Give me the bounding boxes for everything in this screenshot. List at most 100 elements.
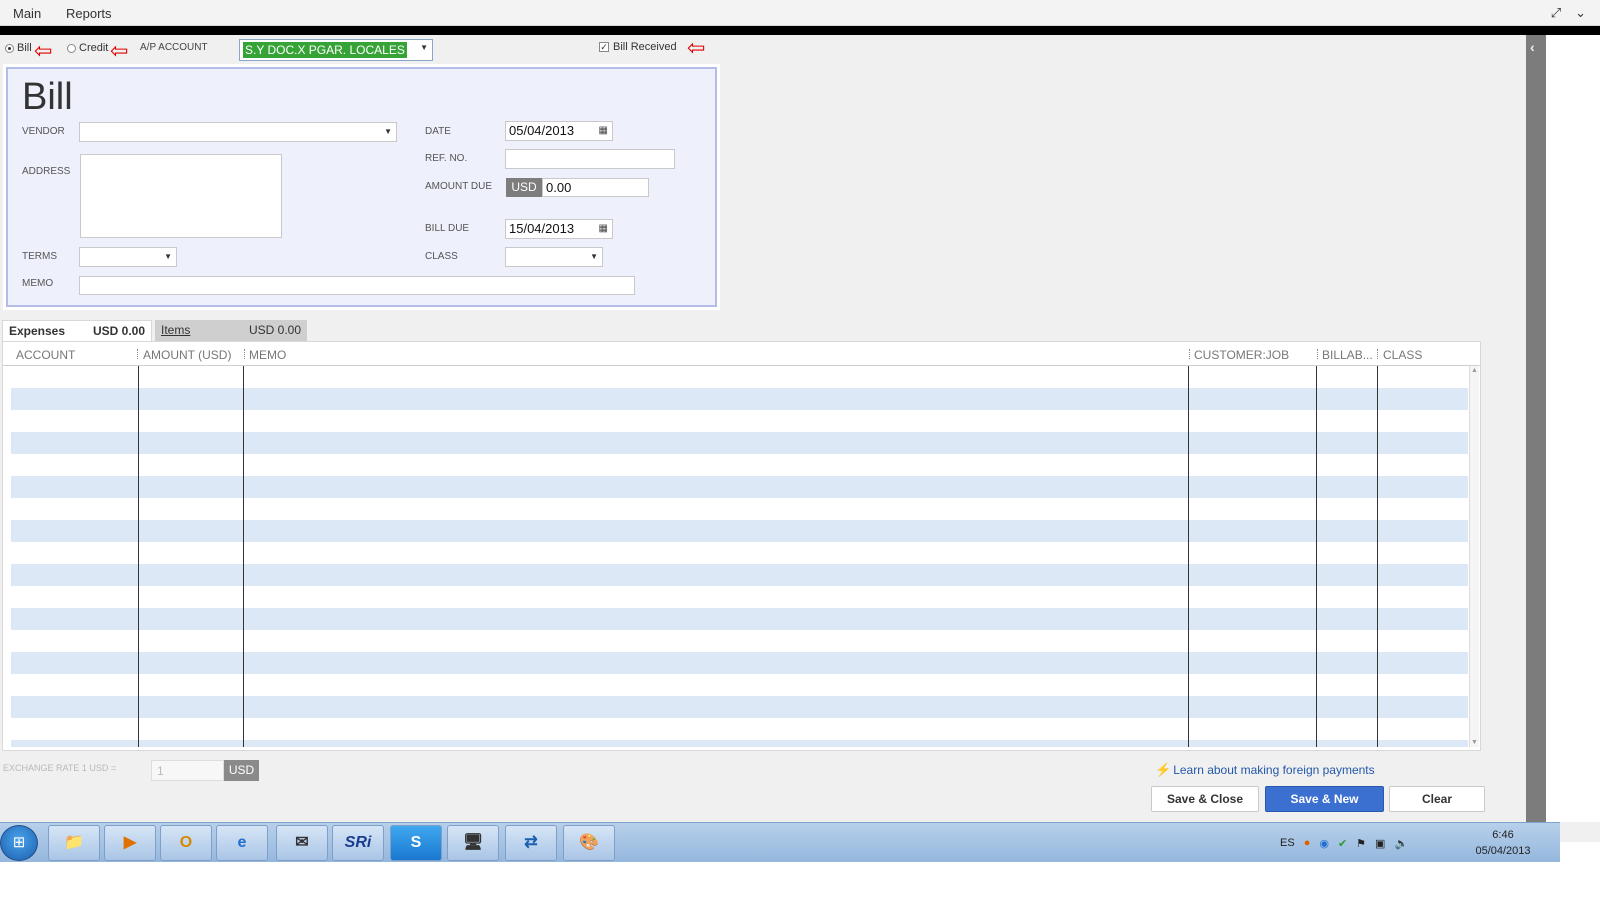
bill-due-input[interactable]: 15/04/2013 ▦ bbox=[505, 219, 613, 239]
credit-radio[interactable]: Credit bbox=[67, 42, 108, 54]
column-resize-handle[interactable] bbox=[1189, 349, 1190, 359]
column-resize-handle[interactable] bbox=[1317, 349, 1318, 359]
date-input[interactable]: 05/04/2013 ▦ bbox=[505, 121, 613, 141]
learn-foreign-payments-link[interactable]: ⚡ Learn about making foreign payments bbox=[1155, 762, 1375, 778]
memo-input[interactable] bbox=[79, 276, 635, 295]
table-row[interactable] bbox=[11, 718, 1468, 740]
bill-radio[interactable]: Bill bbox=[5, 42, 32, 54]
taskbar-sri[interactable]: SRi bbox=[332, 825, 384, 861]
expand-window-icon[interactable]: ⤢ bbox=[1551, 5, 1561, 21]
table-row[interactable] bbox=[11, 740, 1468, 747]
vendor-select[interactable]: ▼ bbox=[79, 122, 397, 142]
lightning-icon: ⚡ bbox=[1155, 762, 1172, 777]
expenses-grid: ACCOUNT AMOUNT (USD) MEMO CUSTOMER:JOB B… bbox=[2, 341, 1481, 751]
exchange-rate-input[interactable]: 1 bbox=[151, 760, 224, 781]
table-row[interactable] bbox=[11, 608, 1468, 630]
column-header-memo[interactable]: MEMO bbox=[249, 348, 286, 362]
menu-main[interactable]: Main bbox=[13, 6, 41, 21]
tab-expenses[interactable]: Expenses USD 0.00 bbox=[2, 320, 152, 341]
amount-due-input[interactable]: 0.00 bbox=[542, 178, 649, 197]
dropdown-arrow-icon: ▼ bbox=[164, 252, 172, 261]
terms-select[interactable]: ▼ bbox=[79, 247, 177, 267]
grid-scrollbar[interactable]: ▲ ▼ bbox=[1469, 366, 1479, 747]
table-row[interactable] bbox=[11, 520, 1468, 542]
menu-reports[interactable]: Reports bbox=[66, 6, 112, 21]
tab-items-amount: USD 0.00 bbox=[248, 323, 301, 337]
tab-expenses-amount: USD 0.00 bbox=[92, 324, 145, 338]
table-row[interactable] bbox=[11, 498, 1468, 520]
table-row[interactable] bbox=[11, 410, 1468, 432]
scroll-down-icon[interactable]: ▼ bbox=[1471, 739, 1478, 746]
taskbar-remote-desktop[interactable]: 🖥 bbox=[447, 825, 499, 861]
address-textarea[interactable] bbox=[80, 154, 282, 238]
taskbar-outlook[interactable]: O bbox=[160, 825, 212, 861]
page-title: Bill bbox=[22, 76, 73, 118]
tray-monitor-icon[interactable]: ▣ bbox=[1375, 837, 1385, 850]
table-row[interactable] bbox=[11, 432, 1468, 454]
column-resize-handle[interactable] bbox=[244, 349, 245, 359]
column-resize-handle[interactable] bbox=[137, 349, 138, 359]
class-label: CLASS bbox=[425, 251, 458, 262]
ref-no-input[interactable] bbox=[505, 149, 675, 169]
chevron-down-icon[interactable]: ⌄ bbox=[1575, 5, 1586, 21]
class-select[interactable]: ▼ bbox=[505, 247, 603, 267]
table-row[interactable] bbox=[11, 696, 1468, 718]
taskbar-media-player[interactable]: ▶ bbox=[104, 825, 156, 861]
tray-security-icon[interactable]: ✔ bbox=[1338, 837, 1347, 850]
tab-items[interactable]: Items USD 0.00 bbox=[155, 320, 307, 341]
ap-account-select[interactable]: S.Y DOC.X PGAR. LOCALES ▼ bbox=[239, 39, 433, 61]
table-row[interactable] bbox=[11, 630, 1468, 652]
column-divider bbox=[138, 366, 139, 747]
exchange-rate-label: EXCHANGE RATE 1 USD = bbox=[3, 763, 117, 773]
start-button[interactable]: ⊞ bbox=[0, 825, 38, 861]
table-row[interactable] bbox=[11, 542, 1468, 564]
bill-received-label: Bill Received bbox=[613, 41, 677, 53]
column-resize-handle[interactable] bbox=[1377, 349, 1378, 359]
radio-selected-icon bbox=[5, 43, 14, 53]
save-close-button[interactable]: Save & Close bbox=[1151, 786, 1259, 812]
table-row[interactable] bbox=[11, 674, 1468, 696]
column-header-amount[interactable]: AMOUNT (USD) bbox=[143, 348, 231, 362]
table-row[interactable] bbox=[11, 366, 1468, 388]
column-header-customer-job[interactable]: CUSTOMER:JOB bbox=[1194, 348, 1289, 362]
exchange-currency-badge: USD bbox=[224, 760, 259, 781]
tray-app-icon[interactable]: ● bbox=[1304, 837, 1311, 849]
table-row[interactable] bbox=[11, 476, 1468, 498]
table-row[interactable] bbox=[11, 388, 1468, 410]
bill-radio-label: Bill bbox=[17, 42, 32, 54]
amount-due-label: AMOUNT DUE bbox=[425, 181, 493, 192]
grid-rows bbox=[11, 366, 1468, 747]
taskbar-explorer[interactable]: 📁 bbox=[48, 825, 100, 861]
scroll-up-icon[interactable]: ▲ bbox=[1471, 367, 1478, 374]
taskbar-skype[interactable]: S bbox=[390, 825, 442, 861]
language-indicator[interactable]: ES bbox=[1280, 837, 1295, 849]
bill-received-checkbox[interactable]: ✓ Bill Received bbox=[599, 41, 677, 53]
column-header-class[interactable]: CLASS bbox=[1383, 348, 1422, 362]
credit-radio-label: Credit bbox=[79, 42, 109, 54]
side-panel-toggle[interactable]: ‹ bbox=[1526, 35, 1546, 822]
taskbar-paint[interactable]: 🎨 bbox=[563, 825, 615, 861]
tray-volume-icon[interactable]: 🔈 bbox=[1394, 837, 1408, 850]
taskbar: ⊞ 📁 ▶ O e ✉ SRi S 🖥 ⇄ 🎨 ES ● ◉ ✔ ⚑ ▣ 🔈 6… bbox=[0, 822, 1560, 862]
address-label: ADDRESS bbox=[22, 166, 71, 177]
date-value: 05/04/2013 bbox=[509, 123, 575, 138]
column-header-account[interactable]: ACCOUNT bbox=[16, 348, 75, 362]
date-label: DATE bbox=[425, 126, 451, 137]
calendar-icon[interactable]: ▦ bbox=[599, 122, 608, 140]
tray-flag-icon[interactable]: ⚑ bbox=[1356, 837, 1366, 850]
save-new-button[interactable]: Save & New bbox=[1265, 786, 1384, 812]
table-row[interactable] bbox=[11, 564, 1468, 586]
calendar-icon[interactable]: ▦ bbox=[599, 220, 608, 238]
table-row[interactable] bbox=[11, 454, 1468, 476]
taskbar-mail[interactable]: ✉ bbox=[276, 825, 328, 861]
clock-time: 6:46 bbox=[1492, 829, 1514, 841]
taskbar-app[interactable]: ⇄ bbox=[505, 825, 557, 861]
tray-network-icon[interactable]: ◉ bbox=[1319, 837, 1329, 850]
column-header-billable[interactable]: BILLAB... bbox=[1322, 348, 1373, 362]
table-row[interactable] bbox=[11, 586, 1468, 608]
system-clock[interactable]: 6:46 05/04/2013 bbox=[1470, 827, 1536, 859]
table-row[interactable] bbox=[11, 652, 1468, 674]
clear-button[interactable]: Clear bbox=[1389, 786, 1485, 812]
taskbar-internet-explorer[interactable]: e bbox=[216, 825, 268, 861]
system-tray: ES ● ◉ ✔ ⚑ ▣ 🔈 bbox=[1280, 823, 1408, 863]
